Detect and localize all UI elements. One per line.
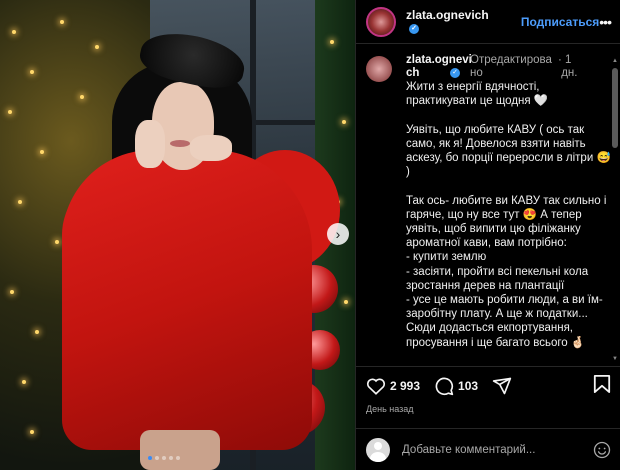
comment-button[interactable]: 103 xyxy=(434,376,478,396)
heart-icon xyxy=(366,378,386,395)
like-button[interactable]: 2 993 xyxy=(366,377,420,395)
save-button[interactable] xyxy=(593,374,611,399)
caption-text: Жити з енергії вдячності, практикувати ц… xyxy=(406,81,611,349)
caption-scrollbar[interactable]: ▲ ▼ xyxy=(612,58,618,362)
comment-count: 103 xyxy=(458,379,479,393)
carousel-next-button[interactable]: › xyxy=(327,223,349,245)
carousel-dot[interactable] xyxy=(162,456,166,460)
comment-icon xyxy=(435,377,454,396)
follow-button[interactable]: Подписаться xyxy=(521,15,599,29)
verified-badge-icon: ✓ xyxy=(450,68,460,78)
like-count: 2 993 xyxy=(390,379,421,393)
verified-badge-icon: ✓ xyxy=(409,24,419,35)
author-username[interactable]: zlata.ognevich✓ xyxy=(406,8,491,36)
caption-header: zlata.ognevi ch ✓ Отредактирова но · 1 д… xyxy=(366,54,611,82)
scroll-up-icon[interactable]: ▲ xyxy=(612,58,618,64)
carousel-dot[interactable] xyxy=(169,456,173,460)
post-time[interactable]: · 1 дн. xyxy=(558,54,586,80)
comment-box xyxy=(356,428,620,470)
carousel-dot[interactable] xyxy=(148,456,152,460)
bookmark-icon xyxy=(593,374,611,393)
scroll-thumb[interactable] xyxy=(612,68,618,148)
comment-input[interactable] xyxy=(402,443,593,456)
woman-in-red-coat xyxy=(0,0,355,470)
carousel-dot[interactable] xyxy=(176,456,180,460)
current-user-avatar xyxy=(366,437,390,462)
more-options-icon[interactable]: ••• xyxy=(599,14,612,30)
caption-avatar[interactable] xyxy=(366,56,392,82)
emoji-icon[interactable] xyxy=(593,441,611,459)
caption-area[interactable]: zlata.ognevi ch ✓ Отредактирова но · 1 д… xyxy=(356,44,620,366)
post-side-panel: zlata.ognevich✓ Подписаться ••• zlata.og… xyxy=(355,0,620,470)
carousel-dot[interactable] xyxy=(155,456,159,460)
share-button[interactable] xyxy=(492,376,516,396)
post-photo[interactable]: › xyxy=(0,0,355,470)
post-header: zlata.ognevich✓ Подписаться ••• xyxy=(356,0,620,44)
send-icon xyxy=(492,377,512,395)
post-actions: 2 993 103 День назад xyxy=(356,366,620,428)
carousel-dots xyxy=(148,456,180,460)
author-avatar[interactable] xyxy=(366,6,396,37)
edited-label: Отредактирова но xyxy=(470,54,552,79)
scroll-down-icon[interactable]: ▼ xyxy=(612,356,618,362)
posted-date[interactable]: День назад xyxy=(366,404,611,414)
